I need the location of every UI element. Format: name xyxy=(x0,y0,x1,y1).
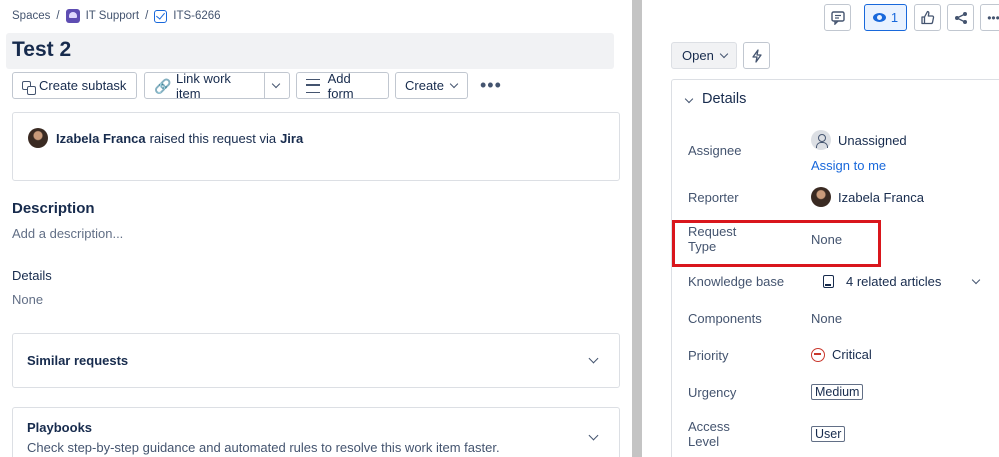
create-subtask-button[interactable]: Create subtask xyxy=(12,72,137,99)
more-actions-icon[interactable]: ••• xyxy=(480,76,502,94)
like-button[interactable] xyxy=(914,4,941,31)
add-form-button[interactable]: Add form xyxy=(296,70,389,101)
lightning-icon xyxy=(751,48,762,63)
request-info-card: Izabela Franca raised this request via J… xyxy=(12,112,620,181)
task-checkbox-icon xyxy=(154,9,168,23)
knowledge-base-field[interactable]: 4 related articles xyxy=(811,274,941,289)
share-icon xyxy=(954,11,967,24)
feedback-button[interactable] xyxy=(824,4,851,31)
playbooks-title: Playbooks xyxy=(27,420,93,435)
unassigned-user-icon xyxy=(811,130,831,150)
urgency-value: Medium xyxy=(811,384,864,400)
components-label: Components xyxy=(688,311,762,326)
description-heading: Description xyxy=(12,200,95,217)
assignee-value: Unassigned xyxy=(838,132,907,148)
breadcrumb-separator: / xyxy=(56,10,60,22)
access-label-line1: Access xyxy=(688,419,730,434)
link-work-item-dropdown[interactable] xyxy=(264,72,290,99)
create-subtask-label: Create subtask xyxy=(39,78,127,93)
knowledge-base-value: 4 related articles xyxy=(846,274,942,289)
details-heading: Details xyxy=(12,268,52,283)
access-level-field[interactable]: User xyxy=(811,426,846,442)
highlight-box xyxy=(672,220,881,267)
create-label: Create xyxy=(405,78,445,93)
page-title[interactable]: Test 2 xyxy=(12,38,71,62)
breadcrumb-issue-key[interactable]: ITS-6266 xyxy=(173,10,220,22)
critical-priority-icon xyxy=(811,347,825,362)
link-work-item-label: Link work item xyxy=(176,70,231,101)
book-icon xyxy=(823,275,834,288)
chevron-down-icon xyxy=(719,49,729,59)
breadcrumb-separator: / xyxy=(145,10,149,22)
breadcrumb: Spaces / IT Support / ITS-6266 xyxy=(12,9,221,23)
assignee-field[interactable]: Unassigned xyxy=(811,130,907,150)
urgency-field[interactable]: Medium xyxy=(811,384,864,400)
description-field[interactable]: Add a description... xyxy=(12,226,123,241)
assignee-label: Assignee xyxy=(688,143,742,158)
more-button[interactable]: ••• xyxy=(980,4,999,31)
reporter-value: Izabela Franca xyxy=(838,189,924,205)
thumbs-up-icon xyxy=(921,10,935,25)
details-value[interactable]: None xyxy=(12,292,43,307)
subtask-icon xyxy=(22,81,36,95)
automation-button[interactable] xyxy=(743,42,770,69)
watch-button[interactable]: 1 xyxy=(864,4,907,31)
priority-value: Critical xyxy=(832,347,872,362)
request-line: Izabela Franca raised this request via J… xyxy=(28,128,303,148)
scrollbar-thumb[interactable] xyxy=(632,0,642,457)
link-icon: 🔗 xyxy=(154,77,172,94)
form-icon xyxy=(306,78,320,93)
feedback-icon xyxy=(830,10,845,25)
priority-field[interactable]: Critical xyxy=(811,347,872,362)
breadcrumb-space[interactable]: IT Support xyxy=(86,10,140,22)
share-button[interactable] xyxy=(947,4,974,31)
watch-count: 1 xyxy=(890,10,899,25)
urgency-label: Urgency xyxy=(688,385,737,400)
reporter-field[interactable]: Izabela Franca xyxy=(811,187,924,207)
access-label-line2: Level xyxy=(688,434,720,449)
chevron-down-icon[interactable] xyxy=(588,430,599,441)
more-icon: ••• xyxy=(987,10,999,25)
chevron-down-icon xyxy=(449,79,459,89)
avatar[interactable] xyxy=(28,128,48,148)
reporter-label: Reporter xyxy=(688,190,739,205)
access-level-value: User xyxy=(811,426,846,442)
link-work-item-button[interactable]: 🔗 Link work item xyxy=(144,70,265,101)
priority-label: Priority xyxy=(688,348,729,363)
playbooks-subtitle: Check step-by-step guidance and automate… xyxy=(27,440,500,455)
request-channel: Jira xyxy=(280,130,304,146)
similar-requests-title: Similar requests xyxy=(27,353,129,368)
add-form-label: Add form xyxy=(327,70,354,101)
create-button[interactable]: Create xyxy=(395,72,468,99)
status-dropdown[interactable]: Open xyxy=(671,42,737,69)
space-avatar-icon xyxy=(65,9,80,23)
avatar xyxy=(811,187,831,207)
knowledge-base-label: Knowledge base xyxy=(688,274,785,289)
assign-to-me-link[interactable]: Assign to me xyxy=(811,158,886,173)
status-label: Open xyxy=(682,48,714,63)
reporter-name[interactable]: Izabela Franca xyxy=(56,131,146,146)
access-level-label: Access Level xyxy=(688,419,730,449)
breadcrumb-spaces[interactable]: Spaces xyxy=(12,10,50,22)
eye-icon xyxy=(872,13,886,22)
details-panel-title[interactable]: Details xyxy=(702,91,746,107)
playbooks-card[interactable]: Playbooks Check step-by-step guidance an… xyxy=(12,407,620,457)
chevron-down-icon xyxy=(271,79,281,89)
chevron-down-icon[interactable] xyxy=(588,353,599,364)
similar-requests-card[interactable]: Similar requests xyxy=(12,333,620,388)
components-value[interactable]: None xyxy=(811,311,842,326)
title-edit-area[interactable] xyxy=(6,33,614,69)
request-text: raised this request via xyxy=(149,130,277,146)
